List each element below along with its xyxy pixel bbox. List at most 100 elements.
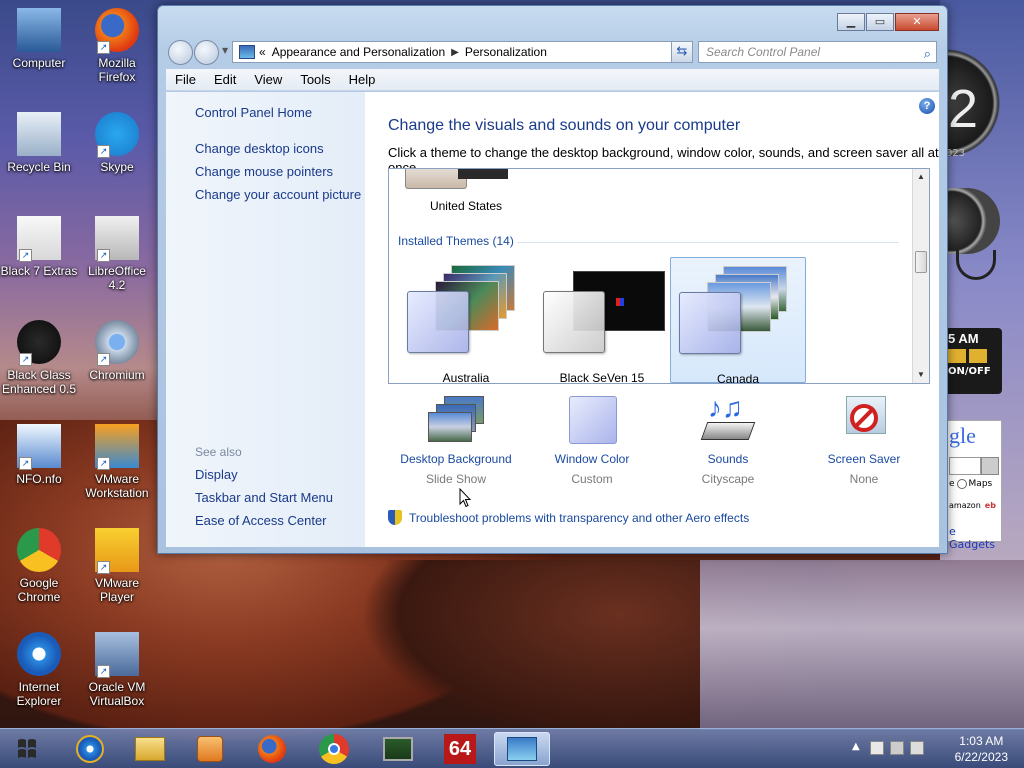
search-icon[interactable] (981, 457, 999, 475)
desktop-shortcut-chrome[interactable]: Google Chrome (0, 528, 78, 604)
control-panel-icon (239, 45, 255, 59)
scroll-thumb[interactable] (915, 251, 927, 273)
meter-gadget[interactable] (946, 188, 1002, 288)
help-icon[interactable]: ? (919, 98, 935, 114)
change-desktop-icons-link[interactable]: Change desktop icons (195, 141, 324, 156)
control-panel-home-link[interactable]: Control Panel Home (195, 105, 312, 120)
desktop-icon-label: Computer (12, 56, 66, 70)
setting-title: Desktop Background (400, 452, 512, 466)
theme-black-seven-15[interactable]: Black SeVen 15 (534, 257, 670, 383)
taskbar-start-menu-link[interactable]: Taskbar and Start Menu (195, 490, 333, 505)
close-button[interactable]: ✕ (895, 13, 939, 31)
weather-time-gadget[interactable]: 5 AM ON/OFF (946, 328, 1002, 394)
desktop-background-setting[interactable]: Desktop Background Slide Show (388, 394, 524, 486)
desktop-shortcut-firefox[interactable]: ↗ Mozilla Firefox (78, 8, 156, 84)
menu-tools[interactable]: Tools (291, 72, 339, 87)
title-buttons: ▁ ▭ ✕ (836, 13, 939, 31)
show-hidden-icons[interactable]: ▲ (852, 741, 860, 752)
search-icon[interactable]: ⌕ (924, 44, 931, 64)
setting-title: Window Color (554, 452, 630, 466)
gadget-time: 5 AM (948, 331, 979, 346)
theme-united-states[interactable]: United States (398, 169, 534, 217)
network-icon[interactable] (890, 741, 904, 755)
desktop-shortcut-nfo-file[interactable]: ↗ NFO.nfo (0, 424, 78, 486)
back-button[interactable] (168, 40, 193, 65)
taskbar-clock[interactable]: 1:03 AM 6/22/2023 (955, 733, 1008, 765)
desktop-shortcut-vmware-workstation[interactable]: ↗ VMware Workstation (78, 424, 156, 500)
taskbar-firefox-icon[interactable] (244, 732, 300, 766)
display-link[interactable]: Display (195, 467, 238, 482)
shortcut-arrow-icon: ↗ (97, 353, 110, 366)
personalization-window: ▁ ▭ ✕ ▼ « Appearance and Personalization… (157, 5, 948, 554)
clock-time: 1:03 AM (959, 734, 1004, 748)
scroll-down-icon[interactable]: ▼ (913, 367, 929, 383)
screen-saver-setting[interactable]: Screen Saver None (796, 394, 932, 486)
troubleshoot-link[interactable]: Troubleshoot problems with transparency … (388, 510, 749, 525)
theme-list-scrollbar[interactable]: ▲ ▼ (912, 169, 929, 383)
shortcut-arrow-icon: ↗ (19, 353, 32, 366)
clock-digit: 2 (948, 79, 979, 139)
sounds-setting[interactable]: ♪♫ Sounds Cityscape (660, 394, 796, 486)
breadcrumb-appearance[interactable]: Appearance and Personalization (272, 45, 445, 59)
address-bar[interactable]: « Appearance and Personalization ▶ Perso… (232, 41, 691, 63)
desktop-shortcut-computer[interactable]: Computer (0, 8, 78, 70)
taskbar-explorer-icon[interactable] (122, 732, 178, 766)
desktop-shortcut-black-glass[interactable]: ↗ Black Glass Enhanced 0.5 (0, 320, 78, 396)
menu-view[interactable]: View (245, 72, 291, 87)
theme-australia[interactable]: Australia (398, 257, 534, 383)
forward-button[interactable] (194, 40, 219, 65)
menu-help[interactable]: Help (340, 72, 385, 87)
refresh-button[interactable]: ⇆ (671, 41, 693, 63)
desktop-shortcut-libreoffice[interactable]: ↗ LibreOffice 4.2 (78, 216, 156, 292)
taskbar-media-player-icon[interactable] (182, 732, 238, 766)
ease-of-access-link[interactable]: Ease of Access Center (195, 513, 327, 528)
clock-gadget[interactable]: 2 023 (946, 38, 1002, 170)
ebay-link[interactable]: eb (985, 501, 996, 510)
theme-name: Canada (716, 372, 760, 384)
taskbar-ie-icon[interactable] (62, 732, 118, 766)
volume-icon[interactable] (910, 741, 924, 755)
google-gadget[interactable]: gle e Maps amazon eb e Gadgets (946, 420, 1002, 551)
desktop-shortcut-recycle-bin[interactable]: Recycle Bin (0, 112, 78, 174)
amazon-link[interactable]: amazon (949, 501, 981, 510)
theme-canada[interactable]: Canada (670, 257, 806, 383)
setting-value: Cityscape (701, 472, 755, 486)
menu-edit[interactable]: Edit (205, 72, 245, 87)
breadcrumb-separator-icon[interactable]: ▶ (451, 47, 459, 58)
breadcrumb-prefix[interactable]: « (259, 45, 266, 59)
minimize-button[interactable]: ▁ (837, 13, 865, 31)
setting-title: Screen Saver (827, 452, 901, 466)
nfo-file-icon: ↗ (17, 424, 61, 470)
shortcut-arrow-icon: ↗ (97, 457, 110, 470)
desktop-shortcut-chromium[interactable]: ↗ Chromium (78, 320, 156, 382)
breadcrumb-personalization[interactable]: Personalization (465, 45, 547, 59)
recent-pages-dropdown[interactable]: ▼ (222, 46, 228, 55)
search-input[interactable]: Search Control Panel ⌕ (698, 41, 937, 63)
desktop-shortcut-skype[interactable]: ↗ Skype (78, 112, 156, 174)
menu-file[interactable]: File (166, 72, 205, 87)
taskbar-monitor-icon[interactable] (370, 732, 426, 766)
change-account-picture-link[interactable]: Change your account picture (195, 187, 361, 202)
desktop-shortcut-black7-extras[interactable]: ↗ Black 7 Extras (0, 216, 78, 278)
see-also-heading: See also (195, 445, 242, 459)
change-mouse-pointers-link[interactable]: Change mouse pointers (195, 164, 333, 179)
start-button[interactable] (6, 731, 48, 767)
mouse-pointer-icon (459, 488, 471, 508)
taskbar-aida64-icon[interactable]: 64 (432, 732, 488, 766)
desktop-shortcut-virtualbox[interactable]: ↗ Oracle VM VirtualBox (78, 632, 156, 708)
desktop-icon-label: Skype (100, 160, 134, 174)
desktop-icon-label: Black Glass Enhanced 0.5 (1, 368, 77, 396)
window-color-setting[interactable]: Window Color Custom (524, 394, 660, 486)
taskbar-chrome-icon[interactable] (306, 732, 362, 766)
desktop-shortcut-internet-explorer[interactable]: Internet Explorer (0, 632, 78, 708)
scroll-up-icon[interactable]: ▲ (913, 169, 929, 185)
troubleshoot-text[interactable]: Troubleshoot problems with transparency … (409, 511, 749, 525)
shortcut-arrow-icon: ↗ (97, 561, 110, 574)
clock-date: 6/22/2023 (954, 750, 1008, 764)
desktop-shortcut-vmware-player[interactable]: ↗ VMware Player (78, 528, 156, 604)
action-center-icon[interactable] (870, 741, 884, 755)
taskbar-control-panel-icon[interactable] (494, 732, 550, 766)
chrome-icon (17, 528, 61, 572)
maximize-button[interactable]: ▭ (866, 13, 894, 31)
gadgets-link[interactable]: e Gadgets (949, 525, 1001, 551)
